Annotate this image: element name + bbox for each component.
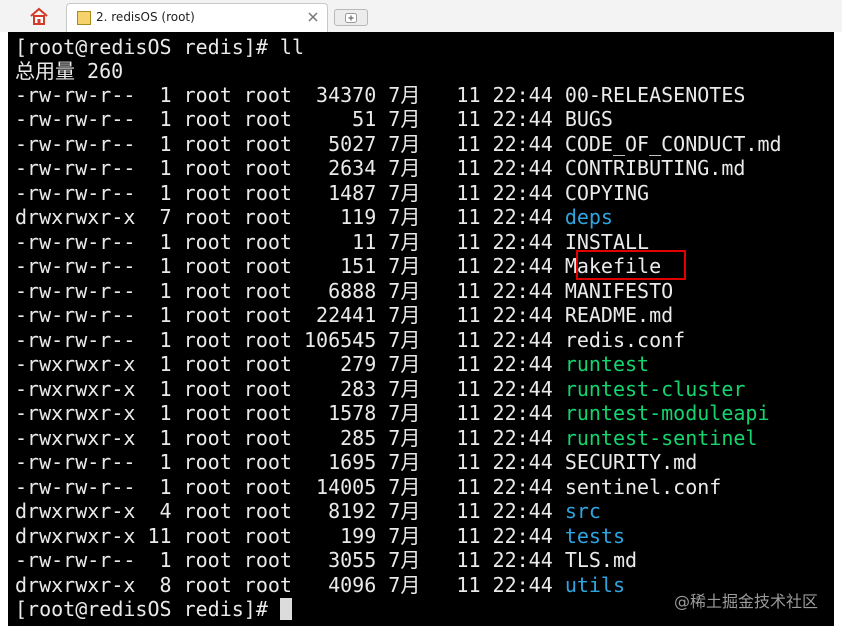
list-item: -rwxrwxr-x 1 root root 285 7月 11 22:44 r… <box>15 426 757 450</box>
terminal-output[interactable]: [root@redisOS redis]# ll 总用量 260 -rw-rw-… <box>8 32 834 626</box>
file-name: sentinel.conf <box>564 475 722 499</box>
file-meta: -rw-rw-r-- 1 root root 51 7月 11 22:44 <box>15 107 565 131</box>
list-item: -rw-rw-r-- 1 root root 1487 7月 11 22:44 … <box>15 181 649 205</box>
file-meta: -rw-rw-r-- 1 root root 14005 7月 11 22:44 <box>15 475 565 499</box>
directory-name: utils <box>564 573 626 597</box>
home-icon <box>30 7 48 25</box>
list-item: -rw-rw-r-- 1 root root 2634 7月 11 22:44 … <box>15 156 745 180</box>
directory-name: src <box>564 499 601 523</box>
file-meta: drwxrwxr-x 7 root root 119 7月 11 22:44 <box>15 205 565 229</box>
file-meta: -rw-rw-r-- 1 root root 151 7月 11 22:44 <box>15 254 565 278</box>
file-meta: -rwxrwxr-x 1 root root 279 7月 11 22:44 <box>15 352 565 376</box>
command-line: [root@redisOS redis]# ll <box>15 35 304 59</box>
file-meta: -rw-rw-r-- 1 root root 1487 7月 11 22:44 <box>15 181 565 205</box>
directory-name: tests <box>564 524 626 548</box>
file-meta: drwxrwxr-x 8 root root 4096 7月 11 22:44 <box>15 573 565 597</box>
total-size-line: 总用量 260 <box>15 59 124 83</box>
file-name: CONTRIBUTING.md <box>564 156 746 180</box>
list-item: -rwxrwxr-x 1 root root 283 7月 11 22:44 r… <box>15 377 745 401</box>
file-meta: -rwxrwxr-x 1 root root 285 7月 11 22:44 <box>15 426 565 450</box>
list-item: -rw-rw-r-- 1 root root 14005 7月 11 22:44… <box>15 475 721 499</box>
file-meta: -rw-rw-r-- 1 root root 11 7月 11 22:44 <box>15 230 565 254</box>
list-item: -rw-rw-r-- 1 root root 106545 7月 11 22:4… <box>15 328 685 352</box>
list-item: -rw-rw-r-- 1 root root 1695 7月 11 22:44 … <box>15 450 697 474</box>
tab-session-redisos[interactable]: 2. redisOS (root) <box>66 3 328 32</box>
terminal-session-icon <box>77 11 91 25</box>
list-item: -rw-rw-r-- 1 root root 5027 7月 11 22:44 … <box>15 132 782 156</box>
file-meta: -rw-rw-r-- 1 root root 106545 7月 11 22:4… <box>15 328 565 352</box>
file-meta: -rwxrwxr-x 1 root root 1578 7月 11 22:44 <box>15 401 565 425</box>
executable-name: runtest-cluster <box>564 377 746 401</box>
file-meta: -rw-rw-r-- 1 root root 6888 7月 11 22:44 <box>15 279 565 303</box>
file-meta: -rw-rw-r-- 1 root root 5027 7月 11 22:44 <box>15 132 565 156</box>
file-meta: drwxrwxr-x 4 root root 8192 7月 11 22:44 <box>15 499 565 523</box>
list-item: drwxrwxr-x 8 root root 4096 7月 11 22:44 … <box>15 573 625 597</box>
list-item: -rw-rw-r-- 1 root root 34370 7月 11 22:44… <box>15 83 745 107</box>
file-name: MANIFESTO <box>564 279 674 303</box>
shell-prompt: [root@redisOS redis]# <box>15 597 280 621</box>
list-item: -rw-rw-r-- 1 root root 11 7月 11 22:44 IN… <box>15 230 649 254</box>
home-button[interactable] <box>24 4 54 28</box>
file-name: README.md <box>564 303 674 327</box>
list-item: -rw-rw-r-- 1 root root 151 7月 11 22:44 M… <box>15 254 661 278</box>
file-name: BUGS <box>564 107 613 131</box>
list-item: -rw-rw-r-- 1 root root 22441 7月 11 22:44… <box>15 303 673 327</box>
file-meta: -rw-rw-r-- 1 root root 22441 7月 11 22:44 <box>15 303 565 327</box>
list-item: drwxrwxr-x 7 root root 119 7月 11 22:44 d… <box>15 205 613 229</box>
list-item: drwxrwxr-x 11 root root 199 7月 11 22:44 … <box>15 524 625 548</box>
file-meta: -rw-rw-r-- 1 root root 34370 7月 11 22:44 <box>15 83 565 107</box>
tab-bar: 2. redisOS (root) <box>0 0 842 32</box>
file-meta: drwxrwxr-x 11 root root 199 7月 11 22:44 <box>15 524 565 548</box>
file-meta: -rw-rw-r-- 1 root root 1695 7月 11 22:44 <box>15 450 565 474</box>
file-name: COPYING <box>564 181 650 205</box>
list-item: -rw-rw-r-- 1 root root 51 7月 11 22:44 BU… <box>15 107 613 131</box>
executable-name: runtest-moduleapi <box>564 401 770 425</box>
file-meta: -rw-rw-r-- 1 root root 2634 7月 11 22:44 <box>15 156 565 180</box>
file-name: 00-RELEASENOTES <box>564 83 746 107</box>
text-cursor <box>279 598 292 620</box>
file-name: CODE_OF_CONDUCT.md <box>564 132 782 156</box>
file-meta: -rwxrwxr-x 1 root root 283 7月 11 22:44 <box>15 377 565 401</box>
watermark: @稀土掘金技术社区 <box>673 592 818 611</box>
executable-name: runtest-sentinel <box>564 426 758 450</box>
tab-title: 2. redisOS (root) <box>96 10 195 24</box>
new-tab-icon <box>345 12 357 23</box>
list-item: -rw-rw-r-- 1 root root 3055 7月 11 22:44 … <box>15 548 637 572</box>
file-meta: -rw-rw-r-- 1 root root 3055 7月 11 22:44 <box>15 548 565 572</box>
close-icon[interactable] <box>305 9 321 25</box>
prompt-line[interactable]: [root@redisOS redis]# <box>15 597 292 621</box>
new-tab-button[interactable] <box>334 9 368 26</box>
list-item: drwxrwxr-x 4 root root 8192 7月 11 22:44 … <box>15 499 601 523</box>
list-item: -rwxrwxr-x 1 root root 279 7月 11 22:44 r… <box>15 352 649 376</box>
directory-name: deps <box>564 205 613 229</box>
executable-name: runtest <box>564 352 650 376</box>
list-item: -rwxrwxr-x 1 root root 1578 7月 11 22:44 … <box>15 401 770 425</box>
file-name: SECURITY.md <box>564 450 698 474</box>
file-name: redis.conf <box>564 328 686 352</box>
file-name: TLS.md <box>564 548 638 572</box>
makefile-highlight-box <box>576 250 686 280</box>
list-item: -rw-rw-r-- 1 root root 6888 7月 11 22:44 … <box>15 279 673 303</box>
